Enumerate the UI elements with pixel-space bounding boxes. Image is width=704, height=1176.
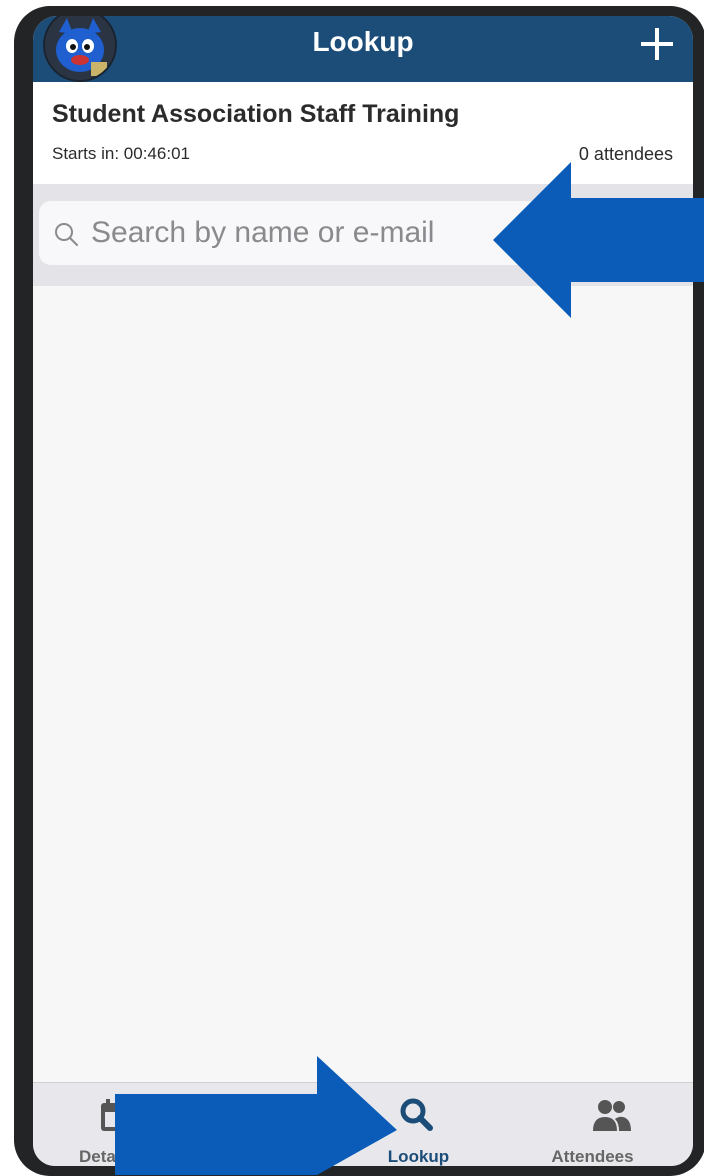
event-countdown: Starts in: 00:46:01: [52, 144, 190, 163]
results-list: [33, 286, 693, 1066]
annotation-arrow-left: [493, 162, 704, 318]
annotation-arrow-right: [115, 1056, 397, 1175]
event-title: Student Association Staff Training: [52, 100, 460, 128]
search-icon: [400, 1098, 433, 1131]
tab-label-attendees: Attendees: [551, 1147, 634, 1166]
plus-icon: [641, 28, 673, 60]
people-icon: [592, 1100, 631, 1131]
add-button[interactable]: [635, 22, 679, 66]
search-icon: [55, 223, 78, 246]
tab-attendees[interactable]: Attendees: [528, 1083, 693, 1166]
page-title: Lookup: [312, 26, 414, 57]
navigation-bar: Lookup: [33, 16, 693, 82]
